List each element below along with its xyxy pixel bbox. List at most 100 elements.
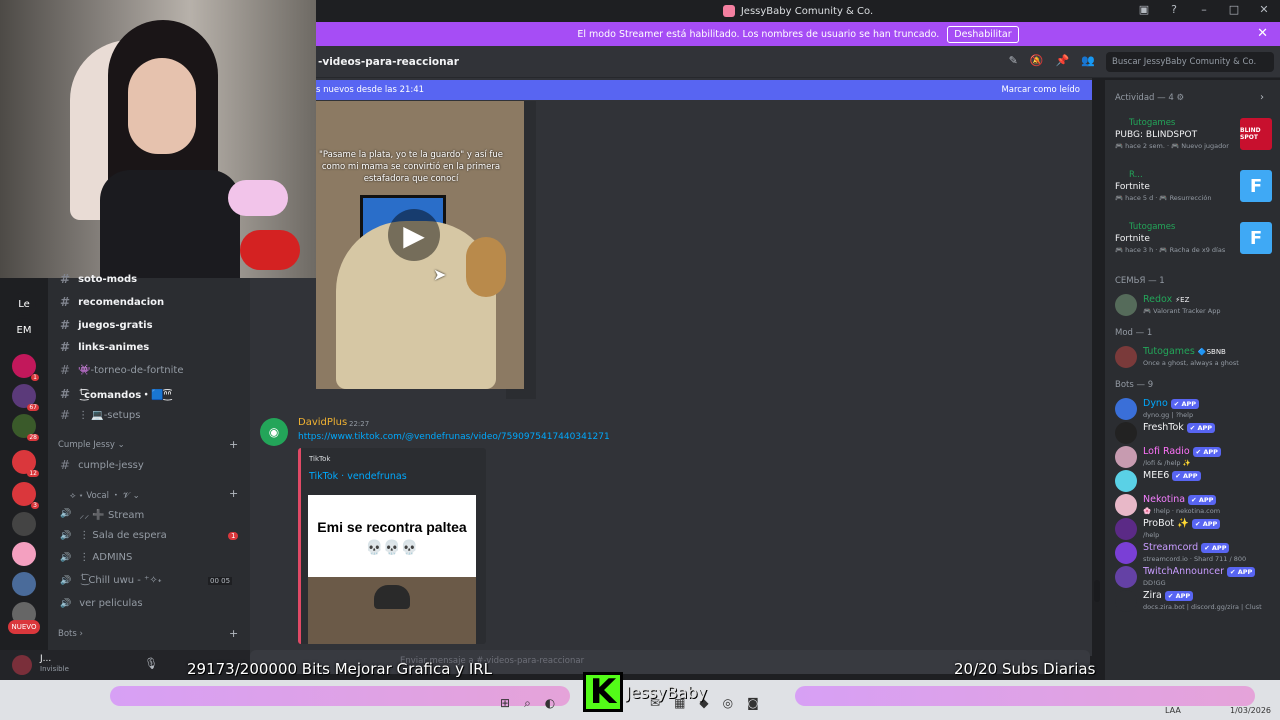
avatar bbox=[1115, 542, 1137, 564]
close-window-button[interactable]: ✕ bbox=[1256, 3, 1272, 16]
channel-cumple-jessy[interactable]: # cumple-jessy bbox=[60, 458, 144, 472]
chevron-right-icon[interactable]: › bbox=[1260, 92, 1264, 103]
member-section-header: СЕМЬЯ — 1 bbox=[1115, 276, 1165, 286]
notifications-icon[interactable]: 🔕 bbox=[1030, 54, 1044, 67]
bits-goal-text: 29173/200000 Bits Mejorar Grafica y IRL bbox=[187, 660, 493, 678]
message-link[interactable]: https://www.tiktok.com/@vendefrunas/vide… bbox=[298, 432, 610, 442]
category-bots[interactable]: Bots › bbox=[58, 629, 83, 639]
microphone-icon[interactable]: 🎙 bbox=[144, 657, 158, 670]
server-icon[interactable]: 28 bbox=[12, 414, 39, 441]
member-item[interactable]: Tutogames 🔷SBNB Once a ghost, always a gh… bbox=[1115, 344, 1275, 374]
member-name: Zira bbox=[1143, 590, 1162, 601]
category-voice[interactable]: ⟡ ⋆ Vocal ・ 𝓥 ⌄ bbox=[70, 489, 140, 501]
embed-thumbnail[interactable]: Emi se recontra paltea 💀💀💀 bbox=[308, 495, 476, 644]
add-channel-icon[interactable]: + bbox=[229, 438, 238, 451]
window-title: JessyBaby Comunity & Co. bbox=[740, 5, 874, 17]
pin-icon[interactable]: 📌 bbox=[1056, 54, 1070, 67]
search-icon[interactable]: ⌕ bbox=[524, 696, 531, 711]
voice-channel-item[interactable]: 🔊 ⋮ ADMINS bbox=[60, 552, 240, 563]
channel-item[interactable]: # ⋮ 💻-setups bbox=[60, 408, 140, 422]
mention-badge: 12 bbox=[27, 470, 39, 477]
minimize-button[interactable]: – bbox=[1196, 3, 1212, 16]
member-tag: ⚡EZ bbox=[1175, 296, 1190, 304]
video-embed-1[interactable]: "Pasame la plata, yo te la guardo" y así… bbox=[316, 101, 524, 389]
server-icon[interactable] bbox=[12, 542, 36, 566]
members-list-icon[interactable]: 👥 bbox=[1081, 54, 1095, 67]
server-icon[interactable] bbox=[12, 572, 36, 596]
member-item[interactable]: Zira ✔ APP docs.zira.bot | discord.gg/zira… bbox=[1115, 588, 1275, 618]
user-status: Invisible bbox=[40, 665, 69, 673]
voice-channel-item[interactable]: 🔊 ⋮ Sala de espera 1 bbox=[60, 530, 240, 541]
embed-provider: TikTok bbox=[309, 455, 331, 463]
activity-header: Actividad — 4 ⚙ bbox=[1115, 93, 1185, 103]
channel-item[interactable]: # links-animes bbox=[60, 340, 149, 354]
embed-title[interactable]: TikTok · vendefrunas bbox=[309, 471, 407, 482]
add-bots-channel-icon[interactable]: + bbox=[229, 627, 238, 640]
avatar bbox=[1115, 590, 1137, 612]
threads-icon[interactable]: ✎ bbox=[1009, 54, 1018, 67]
play-icon[interactable]: ▶ bbox=[388, 209, 440, 261]
subs-goal-text: 20/20 Subs Diarias bbox=[954, 660, 1096, 678]
new-messages-bar[interactable]: s nuevos desde las 21:41 Marcar como leí… bbox=[316, 80, 1092, 100]
member-status: Once a ghost, always a ghost bbox=[1143, 359, 1239, 367]
chat-scrollbar[interactable] bbox=[1094, 580, 1100, 602]
language-indicator[interactable]: LAA bbox=[1165, 706, 1181, 715]
member-name: MEE6 bbox=[1143, 470, 1170, 481]
maximize-button[interactable]: □ bbox=[1226, 3, 1242, 16]
thumbnail-label: F bbox=[1249, 175, 1263, 197]
server-icon[interactable]: EM bbox=[12, 318, 36, 342]
channel-item[interactable]: # 👾-torneo-de-fortnite bbox=[60, 363, 183, 377]
windows-start-icon[interactable]: ⊞ bbox=[500, 696, 510, 711]
member-status: /lofi & /help ✨ bbox=[1143, 459, 1191, 467]
app-badge: ✔ APP bbox=[1226, 566, 1256, 577]
member-status: 🌸 !help · nekotina.com bbox=[1143, 507, 1221, 515]
taskbar-apps: ⊞ ⌕ ◐ bbox=[500, 696, 555, 711]
add-voice-channel-icon[interactable]: + bbox=[229, 487, 238, 500]
channel-label: ⋮ Sala de espera bbox=[79, 530, 167, 541]
discord-icon[interactable]: ◙ bbox=[747, 696, 759, 710]
help-icon[interactable]: ? bbox=[1166, 3, 1182, 16]
inbox-icon[interactable]: ▣ bbox=[1136, 3, 1152, 16]
channel-item[interactable]: # juegos-gratis bbox=[60, 318, 153, 332]
hash-icon: # bbox=[60, 340, 71, 354]
server-icon[interactable]: NUEVO bbox=[8, 620, 40, 634]
member-section-header: Mod — 1 bbox=[1115, 328, 1153, 338]
clock-date[interactable]: 1/03/2026 bbox=[1230, 706, 1271, 715]
server-icon[interactable]: 67 bbox=[12, 384, 39, 411]
obs-icon[interactable]: ◎ bbox=[723, 696, 733, 710]
server-icon[interactable] bbox=[12, 512, 36, 536]
unread-badge: 1 bbox=[228, 531, 239, 540]
avatar[interactable]: ◉ bbox=[260, 418, 288, 446]
activity-card[interactable]: Tutogames Fortnite 🎮 hace 3 h · 🎮 Racha de… bbox=[1115, 222, 1275, 262]
voice-channel-item[interactable]: 🔊 ⸝⸝ ➕ Stream bbox=[60, 507, 240, 521]
member-item[interactable]: Redox ⚡EZ 🎮 Valorant Tracker App bbox=[1115, 292, 1275, 322]
server-icon[interactable]: 12 bbox=[12, 450, 39, 477]
streamer-mode-banner: El modo Streamer está habilitado. Los no… bbox=[316, 22, 1280, 46]
voice-channel-item[interactable]: 🔊 ver peliculas bbox=[60, 598, 240, 609]
edge-icon[interactable]: ◐ bbox=[545, 696, 555, 711]
disable-streamer-button[interactable]: Deshabilitar bbox=[947, 25, 1019, 43]
server-icon[interactable]: 3 bbox=[12, 482, 39, 509]
channel-label: recomendacion bbox=[78, 296, 165, 308]
voice-channel-item[interactable]: 🔊 ╰͜͡ Chill uwu - ⁺✧˖ 00 05 bbox=[60, 575, 240, 586]
activity-card[interactable]: R... Fortnite 🎮 hace 5 d · 🎮 Resurrección F bbox=[1115, 170, 1275, 210]
member-name: ProBot ✨ bbox=[1143, 518, 1189, 529]
member-section-header: Bots — 9 bbox=[1115, 380, 1154, 390]
message-author[interactable]: DavidPlus bbox=[298, 417, 347, 428]
channel-item[interactable]: # recomendacion bbox=[60, 295, 164, 309]
embed-emoji: 💀💀💀 bbox=[365, 539, 419, 555]
activity-card[interactable]: Tutogames PUBG: BLINDSPOT 🎮 hace 2 sem. · … bbox=[1115, 118, 1275, 158]
mark-as-read-button[interactable]: Marcar como leído bbox=[1001, 85, 1080, 95]
server-icon[interactable]: 1 bbox=[12, 354, 39, 381]
close-banner-icon[interactable]: ✕ bbox=[1257, 26, 1268, 41]
channel-item[interactable]: # soto-mods bbox=[60, 272, 137, 286]
avatar bbox=[1115, 294, 1137, 316]
server-icon[interactable]: Le bbox=[12, 292, 36, 316]
server-label: Le bbox=[18, 298, 30, 310]
category-cumple[interactable]: Cumple Jessy ⌄ bbox=[58, 440, 125, 450]
channel-label: links-animes bbox=[78, 341, 150, 353]
channel-item[interactable]: # ╰͜͡comandos・🟦ᐢ͏͜͡ᐢ bbox=[60, 386, 172, 402]
avatar[interactable] bbox=[12, 655, 32, 675]
member-name: Lofi Radio bbox=[1143, 446, 1190, 457]
search-input[interactable]: Buscar JessyBaby Comunity & Co. bbox=[1106, 52, 1274, 72]
